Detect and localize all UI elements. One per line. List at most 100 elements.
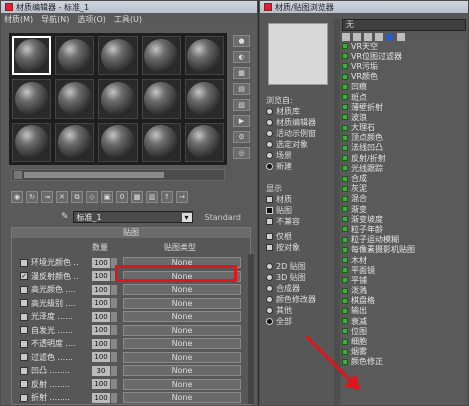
map-type-option[interactable]: 2D 贴图 bbox=[266, 261, 316, 272]
map-type-option[interactable]: 合成器 bbox=[266, 283, 316, 294]
map-list-item[interactable]: 渐变坡度 bbox=[342, 214, 466, 224]
put-to-scene-icon[interactable]: ↻ bbox=[26, 191, 38, 203]
map-amount-input[interactable]: 100 bbox=[92, 257, 110, 268]
amount-spinner[interactable] bbox=[111, 325, 117, 335]
get-material-icon[interactable]: ◉ bbox=[11, 191, 23, 203]
delete-icon[interactable] bbox=[397, 33, 405, 41]
map-amount-input[interactable]: 100 bbox=[92, 352, 110, 362]
sample-slot[interactable] bbox=[55, 36, 95, 76]
browse-from-option[interactable]: 材质库 bbox=[266, 106, 316, 117]
sample-slot[interactable] bbox=[55, 79, 95, 119]
menu-tools[interactable]: 工具(U) bbox=[114, 14, 142, 25]
browse-from-radio[interactable] bbox=[266, 163, 273, 170]
map-enable-checkbox[interactable] bbox=[20, 380, 28, 388]
map-list-item[interactable]: 平铺 bbox=[342, 275, 466, 285]
show-checkbox[interactable] bbox=[266, 218, 273, 225]
sample-slot[interactable] bbox=[141, 36, 181, 76]
map-list-item[interactable]: 顶点颜色 bbox=[342, 133, 466, 143]
map-list-item[interactable]: 灰泥 bbox=[342, 184, 466, 194]
sample-slot[interactable] bbox=[98, 36, 138, 76]
map-list-item[interactable]: 凹痕 bbox=[342, 82, 466, 92]
map-list-item[interactable]: 泼溅 bbox=[342, 286, 466, 296]
map-amount-input[interactable]: 30 bbox=[92, 365, 110, 376]
map-list-item[interactable]: 木材 bbox=[342, 255, 466, 265]
map-amount-input[interactable]: 100 bbox=[92, 379, 110, 389]
map-slot-button[interactable]: None bbox=[123, 365, 241, 376]
map-amount-input[interactable]: 100 bbox=[92, 338, 110, 349]
sample-slot[interactable] bbox=[98, 79, 138, 119]
amount-spinner[interactable] bbox=[111, 311, 117, 322]
browse-from-radio[interactable] bbox=[266, 152, 273, 159]
make-copy-icon[interactable]: ⧉ bbox=[71, 191, 83, 203]
make-unique-icon[interactable]: ◇ bbox=[86, 191, 98, 203]
map-list-item[interactable]: 粒子年龄 bbox=[342, 224, 466, 234]
map-enable-checkbox[interactable] bbox=[20, 285, 28, 294]
amount-spinner[interactable] bbox=[111, 298, 117, 308]
amount-spinner[interactable] bbox=[111, 365, 117, 376]
map-amount-input[interactable]: 100 bbox=[92, 271, 110, 281]
browse-from-radio[interactable] bbox=[266, 130, 273, 137]
options-icon[interactable]: ⚙ bbox=[233, 131, 250, 143]
go-to-parent-icon[interactable]: ↑ bbox=[161, 191, 173, 203]
amount-spinner[interactable] bbox=[111, 338, 117, 349]
map-list-item[interactable]: 粒子运动模糊 bbox=[342, 235, 466, 245]
map-type-radio[interactable] bbox=[266, 285, 273, 292]
map-list-item[interactable]: VR位图过滤器 bbox=[342, 51, 466, 61]
extra-checkbox[interactable] bbox=[266, 233, 273, 240]
map-enable-checkbox[interactable] bbox=[20, 258, 28, 267]
sample-slot[interactable] bbox=[12, 36, 52, 76]
map-list-item[interactable]: 烟雾 bbox=[342, 347, 466, 357]
sample-slot[interactable] bbox=[184, 36, 224, 76]
show-map-icon[interactable]: ▩ bbox=[131, 191, 143, 203]
browser-filter-input[interactable]: 无 bbox=[342, 19, 466, 31]
map-enable-checkbox[interactable] bbox=[20, 326, 28, 334]
map-list-item[interactable]: 细胞 bbox=[342, 336, 466, 346]
map-amount-input[interactable]: 100 bbox=[92, 284, 110, 295]
sample-slot[interactable] bbox=[184, 79, 224, 119]
material-id-icon[interactable]: 0 bbox=[116, 191, 128, 203]
uv-tiling-icon[interactable]: ▤ bbox=[233, 83, 250, 95]
map-list-item[interactable]: 输出 bbox=[342, 306, 466, 316]
map-list-item[interactable]: 颜色修正 bbox=[342, 357, 466, 367]
sample-slot[interactable] bbox=[184, 122, 224, 162]
map-list-item[interactable]: VR污垢 bbox=[342, 61, 466, 71]
show-option[interactable]: 材质 bbox=[266, 194, 300, 205]
map-amount-input[interactable]: 100 bbox=[92, 311, 110, 322]
map-enable-checkbox[interactable] bbox=[20, 312, 28, 321]
map-type-option[interactable]: 3D 贴图 bbox=[266, 272, 316, 283]
extra-checkbox[interactable] bbox=[266, 244, 273, 251]
map-enable-checkbox[interactable] bbox=[20, 353, 28, 361]
map-list-item[interactable]: 平面镜 bbox=[342, 265, 466, 275]
show-checkbox[interactable] bbox=[266, 207, 273, 214]
sphere-icon[interactable] bbox=[386, 33, 394, 41]
map-type-option[interactable]: 颜色修改器 bbox=[266, 294, 316, 305]
select-by-material-icon[interactable]: ◎ bbox=[233, 147, 250, 159]
sample-slot[interactable] bbox=[141, 122, 181, 162]
browse-from-option[interactable]: 新建 bbox=[266, 161, 316, 172]
go-forward-icon[interactable]: → bbox=[176, 191, 188, 203]
map-list-item[interactable]: 斑点 bbox=[342, 92, 466, 102]
map-slot-button[interactable]: None bbox=[123, 392, 241, 403]
map-slot-button[interactable]: None bbox=[123, 351, 241, 363]
map-enable-checkbox[interactable] bbox=[20, 393, 28, 402]
view-list-icon[interactable] bbox=[342, 33, 350, 41]
map-list-item[interactable]: 合成 bbox=[342, 173, 466, 183]
map-slot-button[interactable]: None bbox=[123, 338, 241, 349]
browse-from-radio[interactable] bbox=[266, 141, 273, 148]
chevron-down-icon[interactable]: ▾ bbox=[181, 212, 192, 222]
slots-scrollbar[interactable] bbox=[11, 169, 225, 181]
scroll-thumb[interactable] bbox=[24, 172, 164, 178]
browse-from-option[interactable]: 场景 bbox=[266, 150, 316, 161]
map-enable-checkbox[interactable] bbox=[20, 299, 28, 307]
map-enable-checkbox[interactable] bbox=[20, 366, 28, 375]
scroll-left-icon[interactable] bbox=[14, 171, 22, 179]
sample-slot[interactable] bbox=[141, 79, 181, 119]
map-list-item[interactable]: 大理石 bbox=[342, 123, 466, 133]
map-list-item[interactable]: VR颜色 bbox=[342, 72, 466, 82]
map-type-radio[interactable] bbox=[266, 263, 273, 270]
put-to-library-icon[interactable]: ▣ bbox=[101, 191, 113, 203]
browse-from-option[interactable]: 选定对象 bbox=[266, 139, 316, 150]
sample-slot[interactable] bbox=[12, 79, 52, 119]
map-list-item[interactable]: 每像素摄影机贴图 bbox=[342, 245, 466, 255]
map-type-radio[interactable] bbox=[266, 318, 273, 325]
